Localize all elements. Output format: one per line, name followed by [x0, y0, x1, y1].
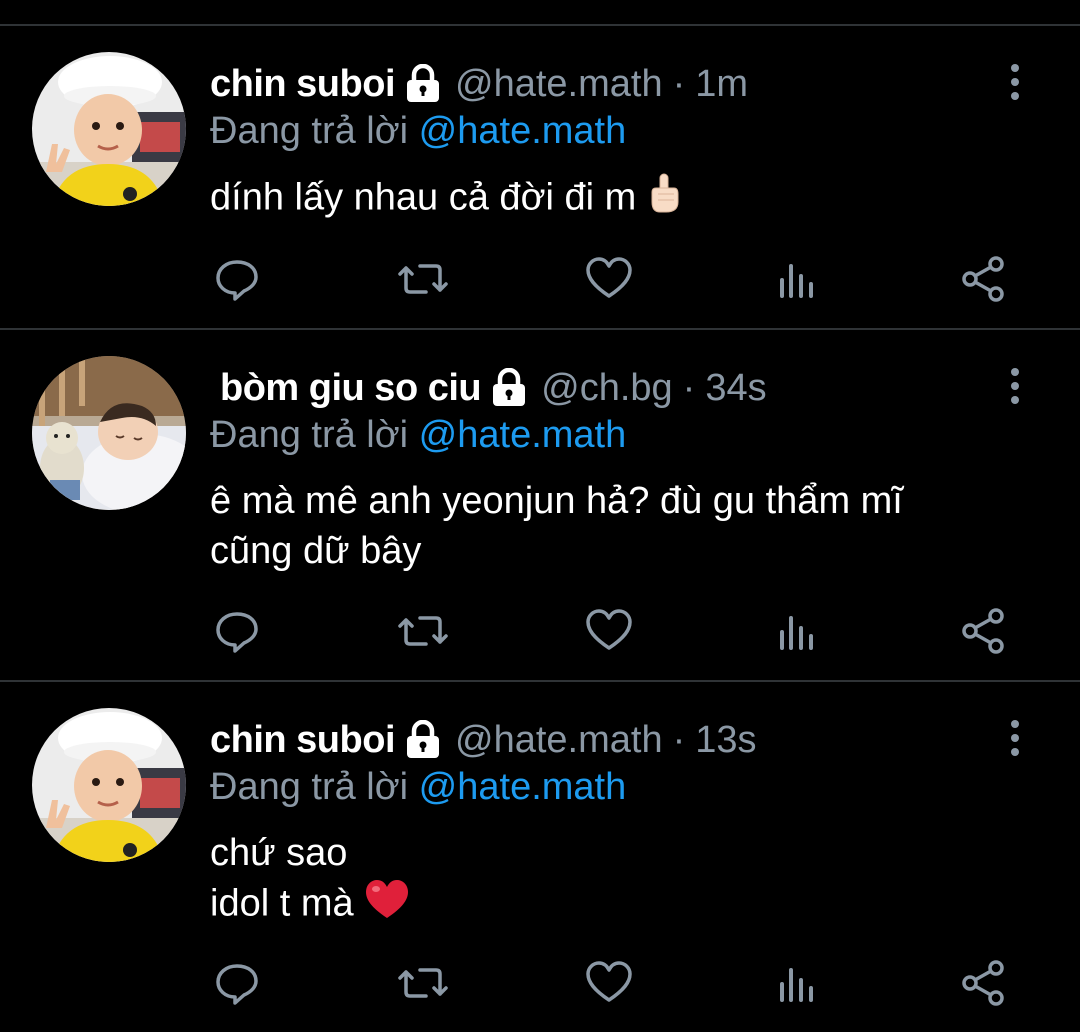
share-icon[interactable]	[958, 254, 1008, 304]
user-handle[interactable]: @hate.math	[455, 63, 663, 106]
mention-link[interactable]: @hate.math	[419, 414, 627, 456]
reply-icon[interactable]	[212, 958, 262, 1008]
user-handle[interactable]: @ch.bg	[541, 367, 673, 410]
replying-to-label: Đang trả lời	[210, 110, 409, 152]
heart-icon[interactable]	[584, 254, 634, 304]
replying-to: Đang trả lời @hate.math	[210, 414, 626, 457]
mention-link[interactable]: @hate.math	[419, 110, 627, 152]
more-vertical-icon[interactable]	[1000, 62, 1030, 102]
separator-dot: ·	[672, 62, 686, 105]
display-name[interactable]: bòm giu so ciu	[220, 367, 482, 410]
retweet-icon[interactable]	[396, 606, 448, 656]
avatar[interactable]	[32, 356, 186, 510]
tweet-item[interactable]: bòm giu so ciu @ch.bg · 34s Đang trả lời…	[0, 330, 1080, 680]
tweet-header: chin suboi @hate.math · 13s	[210, 716, 757, 764]
display-name[interactable]: chin suboi	[210, 719, 396, 762]
lock-icon	[405, 719, 441, 760]
tweet-header: chin suboi @hate.math · 1m	[210, 60, 748, 108]
share-icon[interactable]	[958, 958, 1008, 1008]
tweet-text: dính lấy nhau cả đời đi m	[210, 172, 1030, 227]
retweet-icon[interactable]	[396, 958, 448, 1008]
replying-to: Đang trả lời @hate.math	[210, 766, 626, 809]
tweet-actions	[0, 254, 1080, 304]
separator-dot: ·	[672, 718, 686, 761]
display-name[interactable]: chin suboi	[210, 63, 396, 106]
replying-to: Đang trả lời @hate.math	[210, 110, 626, 153]
lock-icon	[491, 367, 527, 408]
tweet-text-line: chứ sao	[210, 832, 348, 874]
tweet-text: ê mà mê anh yeonjun hả? đù gu thẩm mĩ cũ…	[210, 476, 1030, 576]
views-icon[interactable]	[772, 254, 822, 304]
replying-to-label: Đang trả lời	[210, 414, 409, 456]
more-vertical-icon[interactable]	[1000, 718, 1030, 758]
lock-icon	[405, 63, 441, 104]
avatar[interactable]	[32, 708, 186, 862]
tweet-text-line: cũng dữ bây	[210, 530, 422, 572]
timestamp[interactable]: 1m	[695, 63, 748, 106]
tweet-text: chứ sao idol t mà	[210, 828, 1030, 933]
timestamp[interactable]: 13s	[695, 719, 756, 762]
more-vertical-icon[interactable]	[1000, 366, 1030, 406]
tweet-actions	[0, 606, 1080, 656]
reply-icon[interactable]	[212, 254, 262, 304]
replying-to-label: Đang trả lời	[210, 766, 409, 808]
tweet-header: bòm giu so ciu @ch.bg · 34s	[220, 364, 767, 412]
share-icon[interactable]	[958, 606, 1008, 656]
mention-link[interactable]: @hate.math	[419, 766, 627, 808]
pointing-up-hand-icon	[646, 172, 682, 227]
tweet-text-line: ê mà mê anh yeonjun hả? đù gu thẩm mĩ	[210, 480, 903, 522]
heart-icon[interactable]	[584, 958, 634, 1008]
tweet-actions	[0, 958, 1080, 1008]
views-icon[interactable]	[772, 606, 822, 656]
retweet-icon[interactable]	[396, 254, 448, 304]
user-handle[interactable]: @hate.math	[455, 719, 663, 762]
tweet-text-line: idol t mà	[210, 878, 1030, 933]
red-heart-icon	[364, 878, 410, 933]
reply-icon[interactable]	[212, 606, 262, 656]
tweet-item[interactable]: chin suboi @hate.math · 1m Đang trả lời …	[0, 26, 1080, 328]
tweet-text-line: dính lấy nhau cả đời đi m	[210, 172, 1030, 227]
avatar[interactable]	[32, 52, 186, 206]
tweet-item[interactable]: chin suboi @hate.math · 13s Đang trả lời…	[0, 682, 1080, 1032]
separator-dot: ·	[682, 366, 696, 409]
timestamp[interactable]: 34s	[705, 367, 766, 410]
heart-icon[interactable]	[584, 606, 634, 656]
views-icon[interactable]	[772, 958, 822, 1008]
